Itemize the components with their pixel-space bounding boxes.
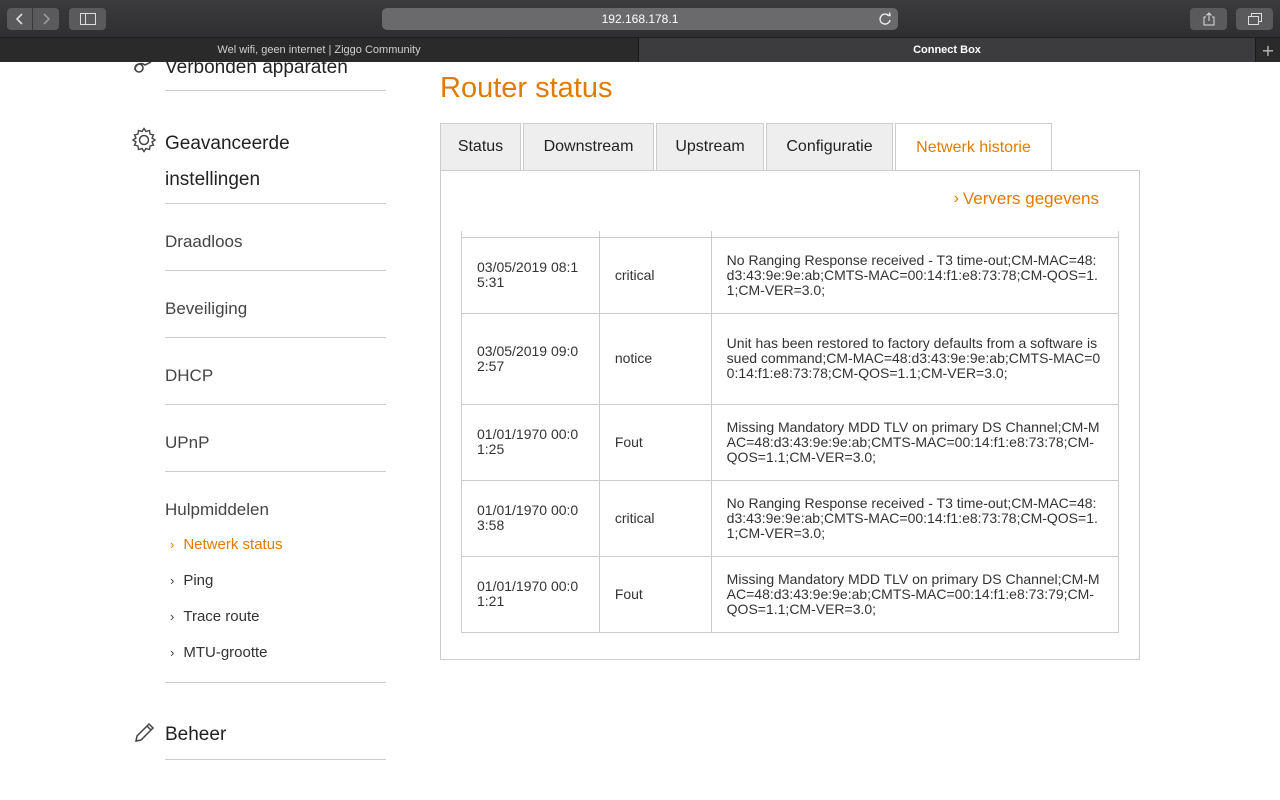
sidebar-heading-advanced[interactable]: Geavanceerde <box>165 126 290 162</box>
divider <box>165 270 386 271</box>
event-log-table: 03/05/2019 08:15:31 critical No Ranging … <box>461 231 1120 633</box>
log-message: Missing Mandatory MDD TLV on primary DS … <box>710 403 1120 481</box>
sidebar-subitem-trace-route[interactable]: › Trace route <box>170 608 260 625</box>
chevron-right-icon: › <box>170 645 175 660</box>
table-row: 01/01/1970 00:03:58 critical No Ranging … <box>461 479 1120 557</box>
log-message: Unit has been restored to factory defaul… <box>710 312 1120 405</box>
sidebar-icon <box>79 13 96 25</box>
log-date: 01/01/1970 00:01:21 <box>461 555 600 633</box>
log-level: notice <box>598 312 712 405</box>
log-message: No Ranging Response received - T3 time-o… <box>710 236 1120 314</box>
divider <box>165 682 386 683</box>
log-date: 01/01/1970 00:01:25 <box>461 403 600 481</box>
divider <box>165 404 386 405</box>
table-row: 03/05/2019 08:15:31 critical No Ranging … <box>461 236 1120 314</box>
share-button[interactable] <box>1190 8 1227 30</box>
log-level: Fout <box>598 403 712 481</box>
chevron-right-icon: › <box>170 609 175 624</box>
sidebar-subitem-label: Trace route <box>183 608 260 625</box>
sidebar-subitem-ping[interactable]: › Ping <box>170 572 213 589</box>
browser-tab-connect-box[interactable]: Connect Box <box>639 38 1256 62</box>
address-bar[interactable]: 192.168.178.1 <box>382 8 898 30</box>
table-row: 01/01/1970 00:01:25 Fout Missing Mandato… <box>461 403 1120 481</box>
browser-tab-ziggo[interactable]: Wel wifi, geen internet | Ziggo Communit… <box>0 38 639 62</box>
sidebar-subitem-label: Ping <box>183 572 214 589</box>
page-title: Router status <box>440 72 613 104</box>
tab-configuratie[interactable]: Configuratie <box>766 123 893 171</box>
divider <box>165 471 386 472</box>
log-message: No Ranging Response received - T3 time-o… <box>710 479 1120 557</box>
sidebar-item-beveiliging[interactable]: Beveiliging <box>165 299 247 319</box>
back-button[interactable] <box>7 8 33 30</box>
browser-toolbar: 192.168.178.1 <box>0 0 1280 38</box>
log-date: 03/05/2019 08:15:31 <box>461 236 600 314</box>
tab-overview-button[interactable] <box>1236 8 1273 30</box>
sidebar-item-dhcp[interactable]: DHCP <box>165 366 213 386</box>
chevron-right-icon: › <box>170 573 175 588</box>
sidebar-heading-connected-devices[interactable]: Verbonden apparaten <box>165 62 348 86</box>
netwerk-historie-panel: › Ververs gegevens 03/05/2019 08:15:31 c… <box>440 170 1140 660</box>
divider <box>165 759 386 760</box>
log-level: critical <box>598 479 712 557</box>
chevron-right-icon: › <box>170 537 175 552</box>
table-row: 01/01/1970 00:01:21 Fout Missing Mandato… <box>461 555 1120 633</box>
refresh-data-link[interactable]: › Ververs gegevens <box>954 189 1099 209</box>
new-tab-button[interactable]: + <box>1256 38 1280 62</box>
browser-tabbar: Wel wifi, geen internet | Ziggo Communit… <box>0 38 1280 62</box>
tab-upstream[interactable]: Upstream <box>656 123 764 171</box>
devices-icon <box>134 62 152 73</box>
sidebar-subitem-netwerk-status[interactable]: › Netwerk status <box>170 536 283 553</box>
tab-downstream[interactable]: Downstream <box>523 123 654 171</box>
sidebar-heading-advanced-line2[interactable]: instellingen <box>165 162 260 198</box>
sidebar-subitem-label: MTU-grootte <box>183 644 268 661</box>
url-text: 192.168.178.1 <box>601 12 679 26</box>
pencil-icon <box>135 722 155 742</box>
log-level: critical <box>598 236 712 314</box>
log-date: 03/05/2019 09:02:57 <box>461 312 600 405</box>
tab-netwerk-historie[interactable]: Netwerk historie <box>895 123 1052 171</box>
chevron-left-icon <box>15 13 23 25</box>
forward-button[interactable] <box>33 8 59 30</box>
sidebar-subitem-label: Netwerk status <box>183 536 283 553</box>
page-content: Verbonden apparaten Geavanceerde instell… <box>0 62 1280 800</box>
refresh-label: Ververs gegevens <box>962 189 1099 208</box>
sidebar-heading-beheer[interactable]: Beheer <box>165 717 226 753</box>
sidebar-item-hulpmiddelen[interactable]: Hulpmiddelen <box>165 500 269 520</box>
log-message: Missing Mandatory MDD TLV on primary DS … <box>710 555 1120 633</box>
log-date: 01/01/1970 00:03:58 <box>461 479 600 557</box>
tab-status[interactable]: Status <box>440 123 521 171</box>
log-level: Fout <box>598 555 712 633</box>
sidebar-toggle-button[interactable] <box>69 8 106 30</box>
sidebar-menu: Verbonden apparaten Geavanceerde instell… <box>0 62 420 800</box>
gear-icon <box>131 127 157 153</box>
nav-buttons <box>7 8 59 30</box>
tabs-overview-icon <box>1247 13 1262 25</box>
chevron-right-icon: › <box>953 190 959 207</box>
sidebar-subitem-mtu[interactable]: › MTU-grootte <box>170 644 268 661</box>
router-status-tabs: Status Downstream Upstream Configuratie … <box>440 123 1054 171</box>
share-icon <box>1203 12 1214 26</box>
divider <box>165 90 386 91</box>
reload-icon[interactable] <box>878 12 892 26</box>
table-row: 03/05/2019 09:02:57 notice Unit has been… <box>461 312 1120 405</box>
sidebar-item-draadloos[interactable]: Draadloos <box>165 232 243 252</box>
sidebar-item-upnp[interactable]: UPnP <box>165 433 209 453</box>
divider <box>165 203 386 204</box>
chevron-right-icon <box>43 13 51 25</box>
divider <box>165 337 386 338</box>
